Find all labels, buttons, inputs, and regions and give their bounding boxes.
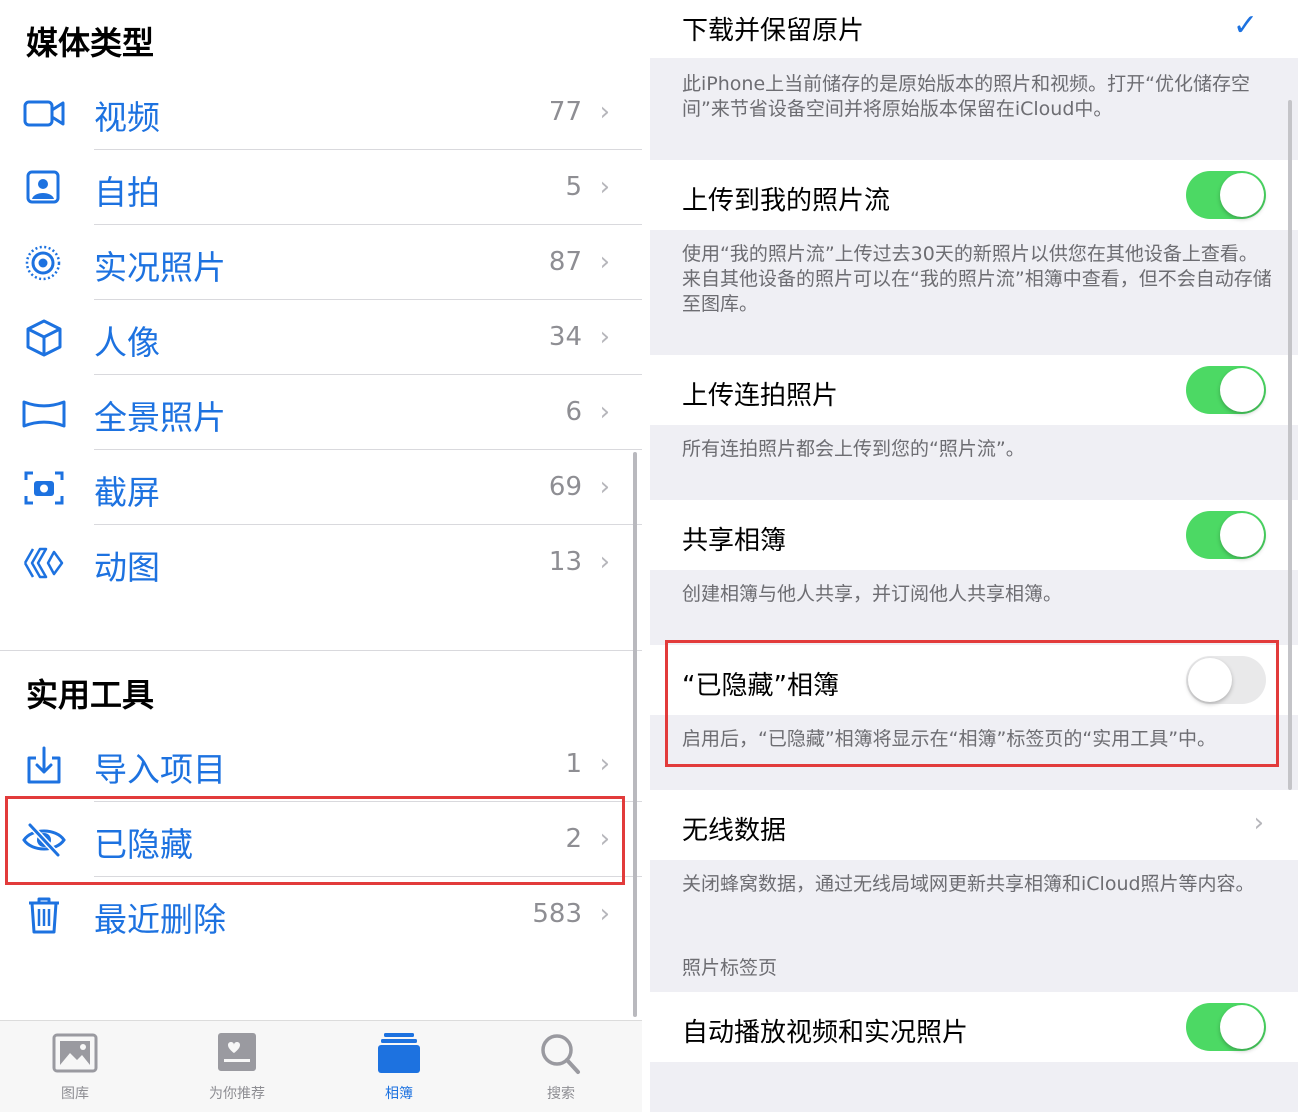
setting-label: 自动播放视频和实况照片 bbox=[682, 1018, 969, 1048]
media-count: 69 bbox=[548, 472, 582, 502]
tab-albums[interactable]: 相簿 bbox=[344, 1031, 454, 1111]
setting-label: 共享相簿 bbox=[682, 526, 787, 556]
setting-my-photo-stream: 上传到我的照片流 bbox=[650, 160, 1298, 230]
import-icon bbox=[22, 745, 66, 785]
toggle-knob bbox=[1220, 1005, 1264, 1049]
burst-footer: 所有连拍照片都会上传到您的“照片流”。 bbox=[682, 438, 1025, 460]
setting-download-keep-originals[interactable]: 下载并保留原片 ✓ bbox=[650, 0, 1298, 58]
media-row-video[interactable]: 视频 77 › bbox=[0, 75, 642, 150]
search-icon bbox=[506, 1031, 616, 1077]
animated-icon bbox=[22, 543, 66, 583]
tab-label: 搜索 bbox=[547, 1086, 575, 1102]
media-count: 5 bbox=[565, 172, 582, 202]
scrollbar[interactable] bbox=[1288, 100, 1292, 790]
wireless-footer: 关闭蜂窝数据，通过无线局域网更新共享相簿和iCloud照片等内容。 bbox=[682, 873, 1255, 895]
tab-for-you[interactable]: 为你推荐 bbox=[182, 1031, 292, 1111]
chevron-right-icon: › bbox=[599, 247, 610, 277]
photo-stream-toggle[interactable] bbox=[1186, 171, 1266, 219]
setting-label: 上传连拍照片 bbox=[682, 381, 839, 411]
media-row-portrait[interactable]: 人像 34 › bbox=[0, 300, 642, 375]
setting-label: 上传到我的照片流 bbox=[682, 186, 891, 216]
tab-label: 相簿 bbox=[385, 1086, 413, 1102]
panel-divider bbox=[642, 0, 650, 1112]
utility-row-import[interactable]: 导入项目 1 › bbox=[0, 727, 642, 802]
download-footer: 此iPhone上当前储存的是原始版本的照片和视频。打开“优化储存空间”来节省设备… bbox=[682, 73, 1250, 120]
tab-bar: 图库 为你推荐 相簿 搜索 bbox=[0, 1020, 642, 1112]
setting-upload-burst: 上传连拍照片 bbox=[650, 355, 1298, 425]
media-row-panorama[interactable]: 全景照片 6 › bbox=[0, 375, 642, 450]
highlight-box bbox=[665, 640, 1279, 767]
photos-settings-panel: 下载并保留原片 ✓ 此iPhone上当前储存的是原始版本的照片和视频。打开“优化… bbox=[650, 0, 1298, 1112]
checkmark-icon: ✓ bbox=[1232, 8, 1258, 43]
scrollbar[interactable] bbox=[633, 452, 637, 1017]
media-label: 视频 bbox=[94, 98, 160, 137]
shared-albums-footer: 创建相簿与他人共享，并订阅他人共享相簿。 bbox=[682, 583, 1063, 605]
chevron-right-icon: › bbox=[599, 97, 610, 127]
photo-stream-footer: 使用“我的照片流”上传过去30天的新照片以供您在其他设备上查看。来自其他设备的照… bbox=[682, 243, 1272, 315]
media-label: 全景照片 bbox=[94, 398, 226, 437]
setting-autoplay: 自动播放视频和实况照片 bbox=[650, 992, 1298, 1062]
media-count: 13 bbox=[548, 547, 582, 577]
toggle-knob bbox=[1220, 368, 1264, 412]
albums-panel: 媒体类型 视频 77 › 自拍 5 › 实况照片 87 › 人像 34 › 全景… bbox=[0, 0, 642, 1112]
media-label: 动图 bbox=[94, 548, 160, 587]
tab-library[interactable]: 图库 bbox=[20, 1031, 130, 1111]
live-photo-icon bbox=[22, 243, 66, 283]
chevron-right-icon: › bbox=[599, 397, 610, 427]
tab-search[interactable]: 搜索 bbox=[506, 1031, 616, 1111]
chevron-right-icon: › bbox=[599, 172, 610, 202]
chevron-right-icon: › bbox=[599, 547, 610, 577]
media-row-live-photos[interactable]: 实况照片 87 › bbox=[0, 225, 642, 300]
burst-toggle[interactable] bbox=[1186, 366, 1266, 414]
toggle-knob bbox=[1220, 513, 1264, 557]
media-label: 实况照片 bbox=[94, 248, 226, 287]
photos-tab-section-header: 照片标签页 bbox=[682, 957, 778, 979]
trash-icon bbox=[22, 895, 66, 935]
toggle-knob bbox=[1220, 173, 1264, 217]
utility-count: 1 bbox=[565, 749, 582, 779]
chevron-right-icon: › bbox=[599, 899, 610, 929]
media-count: 34 bbox=[548, 322, 582, 352]
media-label: 截屏 bbox=[94, 473, 160, 512]
screenshot-icon bbox=[22, 468, 66, 508]
portrait-cube-icon bbox=[22, 318, 66, 358]
setting-wireless-data[interactable]: 无线数据 › bbox=[650, 790, 1298, 860]
setting-shared-albums: 共享相簿 bbox=[650, 500, 1298, 570]
section-separator bbox=[0, 650, 642, 651]
library-icon bbox=[20, 1031, 130, 1077]
utilities-title: 实用工具 bbox=[26, 676, 155, 714]
chevron-right-icon: › bbox=[599, 749, 610, 779]
shared-albums-toggle[interactable] bbox=[1186, 511, 1266, 559]
media-types-title: 媒体类型 bbox=[26, 24, 155, 62]
tab-label: 为你推荐 bbox=[209, 1086, 265, 1102]
chevron-right-icon: › bbox=[599, 322, 610, 352]
albums-icon bbox=[344, 1031, 454, 1077]
media-row-screenshots[interactable]: 截屏 69 › bbox=[0, 450, 642, 525]
media-count: 77 bbox=[548, 97, 582, 127]
utility-count: 583 bbox=[532, 899, 582, 929]
autoplay-toggle[interactable] bbox=[1186, 1003, 1266, 1051]
panorama-icon bbox=[22, 393, 66, 433]
media-row-selfie[interactable]: 自拍 5 › bbox=[0, 150, 642, 225]
utility-label: 最近删除 bbox=[94, 900, 226, 939]
media-label: 自拍 bbox=[94, 173, 160, 212]
media-count: 87 bbox=[548, 247, 582, 277]
setting-label: 无线数据 bbox=[682, 816, 787, 846]
setting-label: 下载并保留原片 bbox=[682, 16, 865, 46]
selfie-icon bbox=[22, 168, 66, 208]
chevron-right-icon: › bbox=[1253, 808, 1264, 838]
media-count: 6 bbox=[565, 397, 582, 427]
utility-row-recently-deleted[interactable]: 最近删除 583 › bbox=[0, 877, 642, 952]
highlight-box bbox=[5, 796, 625, 885]
for-you-icon bbox=[182, 1031, 292, 1077]
video-icon bbox=[22, 93, 66, 133]
media-label: 人像 bbox=[94, 323, 160, 362]
media-row-animated[interactable]: 动图 13 › bbox=[0, 525, 642, 600]
tab-label: 图库 bbox=[61, 1086, 89, 1102]
chevron-right-icon: › bbox=[599, 472, 610, 502]
utility-label: 导入项目 bbox=[94, 750, 226, 789]
